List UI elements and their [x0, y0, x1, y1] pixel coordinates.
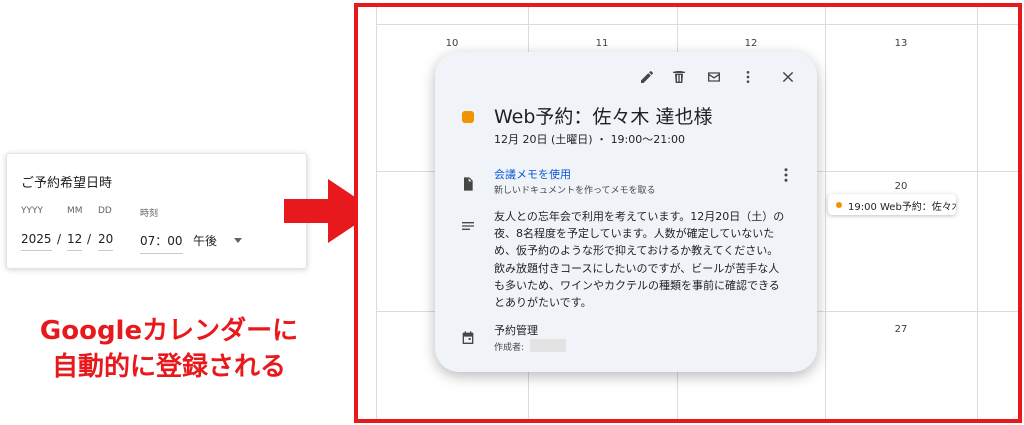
- day-number[interactable]: 20: [886, 181, 916, 192]
- description-line: とありがたいです。: [494, 296, 592, 310]
- time-label: 時刻: [140, 209, 159, 219]
- grid-line: [825, 7, 826, 419]
- date-separator: /: [87, 232, 92, 246]
- chevron-down-icon[interactable]: [234, 238, 242, 243]
- month-label: MM: [67, 206, 83, 216]
- meeting-notes-link[interactable]: 会議メモを使用: [494, 166, 571, 182]
- year-label: YYYY: [21, 206, 43, 216]
- grid-line: [376, 24, 1018, 25]
- form-title: ご予約希望日時: [21, 176, 113, 191]
- day-field[interactable]: 20: [98, 232, 114, 251]
- grid-line: [376, 7, 377, 419]
- event-color-dot: [836, 202, 842, 208]
- event-detail-popup: Web予約：佐々木 達也様 12月 20日 (土曜日) ・ 19:00～21:0…: [435, 52, 817, 372]
- mail-icon[interactable]: [703, 66, 725, 88]
- time-field[interactable]: 07：00: [140, 232, 183, 254]
- event-datetime: 12月 20日 (土曜日) ・ 19:00～21:00: [494, 133, 685, 146]
- edit-icon[interactable]: [636, 66, 658, 88]
- day-number[interactable]: 27: [886, 324, 916, 335]
- reservation-datetime-card: ご予約希望日時 YYYY MM DD 時刻 2025 / 12 / 20 07：…: [6, 153, 307, 269]
- year-field[interactable]: 2025: [21, 232, 52, 251]
- description-line: も多いため、ワインやカクテルの種類を事前に確認できる: [494, 278, 780, 292]
- calendar-icon: [462, 331, 474, 344]
- day-number[interactable]: 11: [587, 38, 617, 49]
- day-number[interactable]: 12: [736, 38, 766, 49]
- creator-label: 作成者:: [494, 343, 525, 353]
- ampm-select[interactable]: 午後: [193, 232, 217, 249]
- event-title: Web予約：佐々木 達也様: [494, 106, 713, 128]
- meeting-notes-subtitle: 新しいドキュメントを作ってメモを取る: [494, 186, 656, 196]
- caption-line-2: 自動的に登録される: [51, 352, 286, 382]
- event-chip[interactable]: 19:00 Web予約：佐々木 達: [828, 194, 956, 215]
- description-line: 飲み放題付きコースにしたいのですが、ビールが苦手な人: [494, 261, 780, 275]
- more-vert-icon[interactable]: [737, 66, 759, 88]
- description-icon: [462, 222, 474, 230]
- description-line: 夜、8名程度を予定しています。人数が確定していないた: [494, 227, 775, 241]
- event-description: 友人との忘年会で利用を考えています。12月20日（土）の 夜、8名程度を予定して…: [494, 208, 810, 311]
- description-line: 友人との忘年会で利用を考えています。12月20日（土）の: [494, 210, 785, 223]
- delete-icon[interactable]: [668, 66, 690, 88]
- more-vert-icon[interactable]: [777, 166, 795, 184]
- document-icon: [464, 177, 473, 191]
- day-number[interactable]: 10: [437, 38, 467, 49]
- caption-line-1: Googleカレンダーに: [39, 316, 299, 346]
- description-line: め、仮予約のような形で抑えておけるか教えてください。: [494, 244, 779, 258]
- close-icon[interactable]: [777, 66, 799, 88]
- event-chip-label: 19:00 Web予約：佐々木 達: [848, 202, 956, 213]
- calendar-name: 予約管理: [494, 324, 538, 337]
- day-number[interactable]: 13: [886, 38, 916, 49]
- date-separator: /: [57, 232, 62, 246]
- month-field[interactable]: 12: [67, 232, 83, 251]
- event-color-square: [462, 111, 474, 123]
- day-label: DD: [98, 206, 112, 216]
- grid-line: [977, 7, 978, 419]
- creator-redacted: [530, 339, 566, 352]
